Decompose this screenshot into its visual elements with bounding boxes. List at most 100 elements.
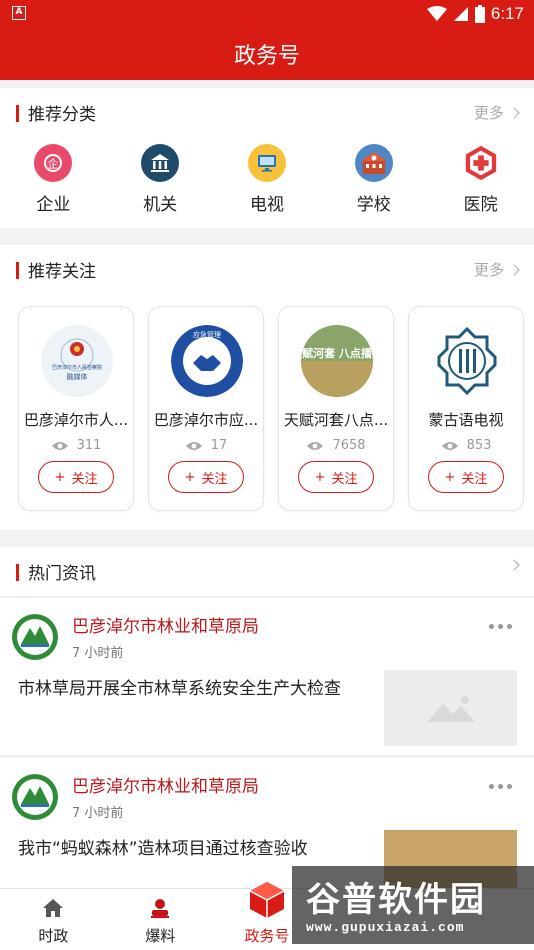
follow-card[interactable]: 应急管理 巴彦淖尔市应... 17 + 关注: [148, 306, 264, 511]
government-building-icon: [141, 144, 180, 182]
plus-icon: +: [54, 469, 66, 485]
logo-text: 应急管理: [193, 330, 221, 339]
system-indicators: 6:17: [426, 4, 524, 24]
section-accent-bar: [16, 564, 19, 581]
more-label: 更多: [473, 261, 504, 279]
school-icon: [354, 144, 393, 182]
plus-icon: +: [444, 469, 456, 485]
category-label: 机关: [143, 195, 178, 215]
follow-card-name: 巴彦淖尔市应...: [153, 411, 259, 429]
section-title: 推荐分类: [28, 105, 96, 125]
status-bar: A 6:17: [0, 0, 534, 28]
logo-text: 巴彦淖尔市人民检察院: [52, 364, 102, 371]
category-label: 医院: [463, 195, 498, 215]
eye-icon: [185, 441, 202, 450]
news-time: 7 小时前: [72, 806, 124, 821]
follow-button[interactable]: + 关注: [298, 461, 374, 493]
svg-text:企: 企: [48, 157, 59, 171]
follow-button[interactable]: + 关注: [168, 461, 244, 493]
tab-news[interactable]: 时政: [0, 889, 107, 950]
category-item-tv[interactable]: 电视: [214, 144, 321, 215]
enterprise-icon: 企: [34, 144, 73, 182]
follow-card-name: 蒙古语电视: [428, 411, 504, 429]
more-label: 更多: [473, 104, 504, 122]
follow-card-views: 17: [149, 438, 263, 453]
watermark-title: 谷普软件园: [306, 880, 486, 920]
image-placeholder-icon: [384, 670, 517, 746]
logo-text: 天赋河套 八点播报: [301, 346, 373, 360]
category-item-government[interactable]: 机关: [107, 144, 214, 215]
category-section-header: 推荐分类 更多: [0, 88, 534, 138]
follow-card-name: 天赋河套八点...: [283, 411, 389, 429]
category-list: 企 企业 机关 电视 学校 医院: [0, 144, 534, 215]
reporter-icon: [107, 897, 214, 919]
follow-card-views: 853: [409, 438, 523, 453]
follow-card-list: 巴彦淖尔市人民检察院 融媒体 巴彦淖尔市人... 311 + 关注 应急管理 巴…: [18, 306, 524, 511]
plus-icon: +: [314, 469, 326, 485]
category-label: 企业: [36, 195, 71, 215]
follow-card[interactable]: 巴彦淖尔市人民检察院 融媒体 巴彦淖尔市人... 311 + 关注: [18, 306, 134, 511]
tab-report[interactable]: 爆料: [107, 889, 214, 950]
category-item-hospital[interactable]: 医院: [427, 144, 534, 215]
section-title: 推荐关注: [28, 262, 96, 282]
follow-card-name: 巴彦淖尔市人...: [23, 411, 129, 429]
hospital-icon: [462, 144, 500, 182]
title-bar: 政务号: [0, 28, 534, 80]
home-icon: [0, 897, 107, 919]
mongolian-tv-logo: [431, 325, 503, 397]
news-source[interactable]: 巴彦淖尔市林业和草原局: [72, 772, 259, 797]
tab-label: 时政: [38, 927, 69, 945]
more-options-icon[interactable]: [489, 784, 512, 789]
eye-icon: [441, 441, 458, 450]
follow-button-label: 关注: [331, 471, 358, 487]
section-accent-bar: [16, 105, 19, 122]
emergency-management-logo: 应急管理: [171, 325, 243, 397]
view-count: 7658: [332, 438, 366, 453]
eye-icon: [307, 441, 324, 450]
category-item-enterprise[interactable]: 企 企业: [0, 144, 107, 215]
tab-label: 爆料: [145, 927, 176, 945]
view-count: 311: [76, 438, 102, 453]
forestry-bureau-avatar: [12, 774, 58, 820]
chevron-right-icon: [508, 559, 520, 571]
category-label: 电视: [249, 195, 284, 215]
section-accent-bar: [16, 262, 19, 279]
chevron-right-icon: [508, 106, 520, 119]
news-source[interactable]: 巴彦淖尔市林业和草原局: [72, 612, 259, 637]
news-headline[interactable]: 市林草局开展全市林草系统安全生产大检查: [18, 674, 341, 699]
view-count: 17: [210, 438, 228, 453]
chevron-right-icon: [508, 263, 520, 276]
category-item-school[interactable]: 学校: [320, 144, 427, 215]
hot-news-more-link[interactable]: [508, 559, 520, 571]
svg-text:融媒体: 融媒体: [67, 372, 88, 381]
follow-button-label: 关注: [71, 471, 98, 487]
battery-icon: [474, 5, 485, 23]
signal-icon: [453, 7, 468, 21]
follow-card[interactable]: 蒙古语电视 853 + 关注: [408, 306, 524, 511]
app-notification-icon: A: [12, 6, 26, 20]
follow-card-views: 311: [19, 438, 133, 453]
plus-icon: +: [184, 469, 196, 485]
category-label: 学校: [356, 195, 391, 215]
follow-button-label: 关注: [201, 471, 228, 487]
page-title: 政务号: [233, 44, 300, 69]
follow-card-views: 7658: [279, 438, 393, 453]
view-count: 853: [466, 438, 492, 453]
hetao-news-logo: 天赋河套 八点播报: [301, 325, 373, 397]
status-time: 6:17: [490, 4, 524, 23]
section-title: 热门资讯: [28, 564, 96, 584]
more-options-icon[interactable]: [489, 624, 512, 629]
forestry-bureau-avatar: [12, 614, 58, 660]
news-headline[interactable]: 我市“蚂蚁森林”造林项目通过核查验收: [18, 834, 308, 859]
follow-button[interactable]: + 关注: [38, 461, 114, 493]
tv-icon: [247, 144, 286, 182]
news-item[interactable]: 巴彦淖尔市林业和草原局 7 小时前 市林草局开展全市林草系统安全生产大检查: [0, 598, 534, 756]
procuratorate-logo: 巴彦淖尔市人民检察院 融媒体: [41, 325, 113, 397]
follow-card[interactable]: 天赋河套 八点播报 天赋河套八点... 7658 + 关注: [278, 306, 394, 511]
watermark: 谷普软件园 www.gupuxiazai.com: [292, 866, 534, 944]
news-time: 7 小时前: [72, 646, 124, 661]
category-more-link[interactable]: 更多: [473, 102, 520, 123]
follow-button[interactable]: + 关注: [428, 461, 504, 493]
watermark-url: www.gupuxiazai.com: [306, 920, 465, 935]
follow-more-link[interactable]: 更多: [473, 259, 520, 280]
